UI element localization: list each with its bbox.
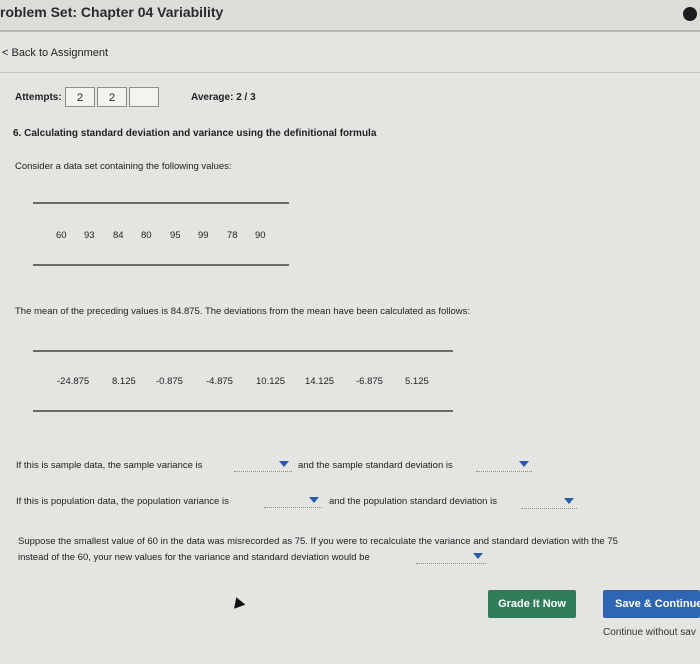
data-value: 80 [141, 230, 152, 241]
continue-without-saving-link[interactable]: Continue without sav [603, 627, 696, 638]
help-icon[interactable] [683, 7, 697, 21]
question-title: 6. Calculating standard deviation and va… [13, 128, 377, 139]
misrecorded-text-line-2: instead of the 60, your new values for t… [18, 552, 370, 563]
population-variance-dropdown[interactable] [264, 495, 322, 508]
attempt-box-2: 2 [97, 87, 127, 107]
attempts-label: Attempts: [15, 92, 62, 103]
chevron-down-icon [309, 497, 319, 503]
average-score: Average: 2 / 3 [191, 92, 256, 103]
average-value: 2 / 3 [236, 92, 256, 103]
mouse-cursor-icon [230, 595, 246, 609]
values-top-rule [33, 202, 289, 204]
sample-variance-label: If this is sample data, the sample varia… [16, 460, 203, 471]
divider [0, 72, 700, 73]
chevron-down-icon [564, 498, 574, 504]
new-values-dropdown[interactable] [416, 551, 486, 564]
data-value: 78 [227, 230, 238, 241]
chevron-down-icon [279, 461, 289, 467]
deviation-value: 10.125 [256, 376, 286, 387]
chevron-down-icon [519, 461, 529, 467]
values-bottom-rule [33, 264, 289, 266]
back-to-assignment-link[interactable]: < Back to Assignment [2, 47, 108, 59]
sample-sd-dropdown[interactable] [476, 459, 532, 472]
top-bar: roblem Set: Chapter 04 Variability [0, 0, 700, 32]
deviation-value: -0.875 [156, 376, 183, 387]
sample-sd-label: and the sample standard deviation is [298, 460, 453, 471]
chevron-down-icon [473, 553, 483, 559]
data-value: 60 [56, 230, 67, 241]
misrecorded-text-line-1: Suppose the smallest value of 60 in the … [18, 536, 618, 547]
data-value: 90 [255, 230, 266, 241]
data-value: 93 [84, 230, 95, 241]
question-intro: Consider a data set containing the follo… [15, 161, 232, 172]
deviation-value: -4.875 [206, 376, 233, 387]
data-value: 99 [198, 230, 209, 241]
sample-variance-dropdown[interactable] [234, 459, 292, 472]
deviation-value: 14.125 [305, 376, 335, 387]
deviations-bottom-rule [33, 410, 453, 412]
mean-statement: The mean of the preceding values is 84.8… [15, 306, 471, 317]
deviation-value: 8.125 [112, 376, 136, 387]
grade-it-now-button[interactable]: Grade It Now [488, 590, 576, 618]
save-and-continue-button[interactable]: Save & Continue [603, 590, 700, 618]
deviations-top-rule [33, 350, 453, 352]
data-value: 95 [170, 230, 181, 241]
page-title: roblem Set: Chapter 04 Variability [0, 4, 224, 20]
deviation-value: -6.875 [356, 376, 383, 387]
attempt-box-1: 2 [65, 87, 95, 107]
deviation-value: 5.125 [405, 376, 429, 387]
deviation-value: -24.875 [57, 376, 90, 387]
population-sd-label: and the population standard deviation is [329, 496, 497, 507]
attempt-box-3 [129, 87, 159, 107]
average-label: Average: [191, 92, 234, 103]
population-sd-dropdown[interactable] [521, 496, 577, 509]
data-value: 84 [113, 230, 124, 241]
population-variance-label: If this is population data, the populati… [16, 496, 229, 507]
